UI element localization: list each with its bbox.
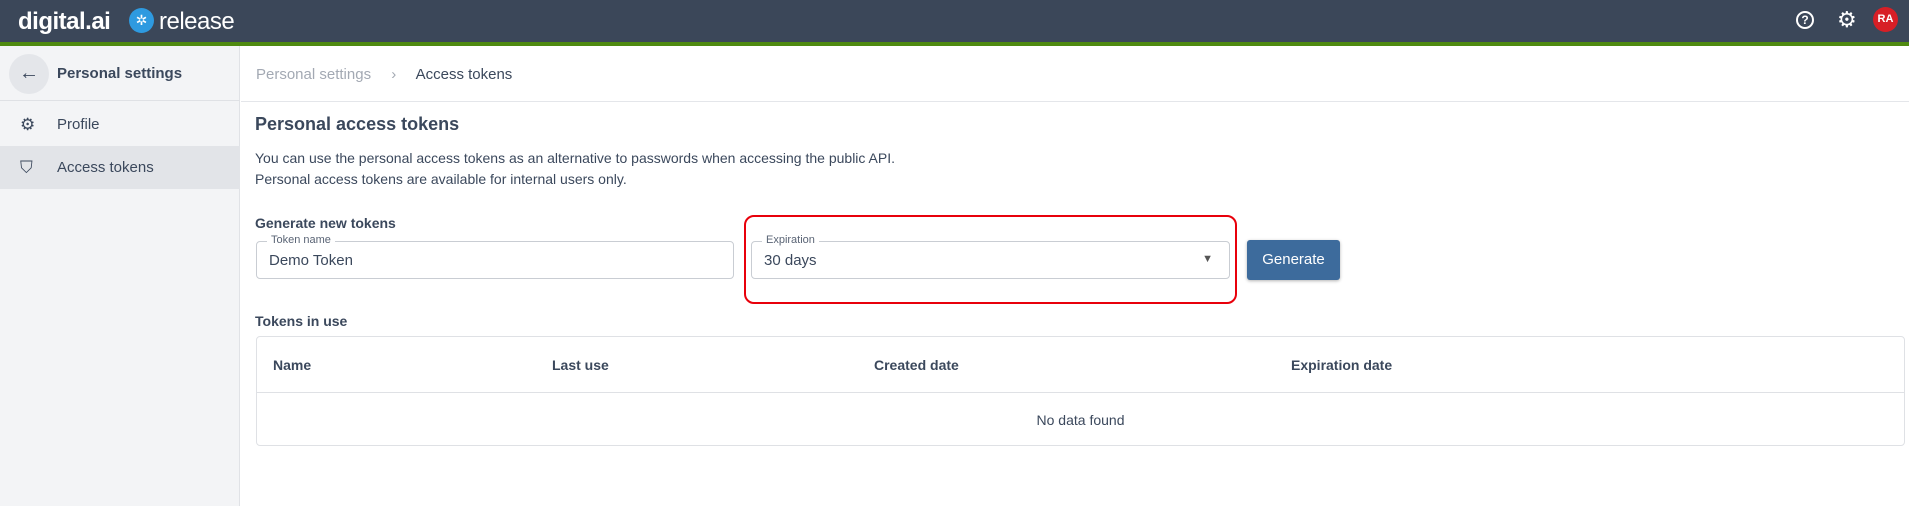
expiration-select[interactable]: Expiration 30 days ▼: [751, 234, 1230, 279]
tokens-heading: Tokens in use: [255, 313, 348, 329]
sidebar-item-label: Profile: [57, 116, 100, 133]
sidebar-item-access-tokens[interactable]: ⛉ Access tokens: [0, 146, 240, 189]
release-logo-icon: ✲: [129, 8, 154, 33]
expiration-value: 30 days: [764, 252, 817, 269]
sidebar-item-label: Access tokens: [57, 159, 154, 176]
table-header: Name Last use Created date Expiration da…: [257, 337, 1904, 393]
help-icon[interactable]: ?: [1796, 11, 1814, 29]
sidebar-item-profile[interactable]: ⚙ Profile: [0, 103, 240, 146]
accent-line: [0, 42, 1909, 46]
gear-icon[interactable]: ⚙: [1837, 7, 1857, 33]
column-header-expiration-date: Expiration date: [1291, 357, 1393, 373]
page-title: Personal access tokens: [255, 114, 460, 134]
top-bar: digital.ai ✲ release ? ⚙ RA: [0, 0, 1909, 42]
breadcrumb: Personal settings › Access tokens: [256, 66, 512, 83]
sidebar: ← Personal settings ⚙ Profile ⛉ Access t…: [0, 46, 240, 506]
column-header-name: Name: [273, 357, 312, 373]
dropdown-arrow-icon: ▼: [1202, 253, 1213, 265]
digital-ai-logo[interactable]: digital.ai: [18, 8, 111, 36]
token-name-label: Token name: [267, 234, 335, 246]
column-header-created-date: Created date: [874, 357, 959, 373]
token-name-value: Demo Token: [269, 252, 353, 269]
tokens-table: Name Last use Created date Expiration da…: [256, 336, 1905, 446]
description-line: You can use the personal access tokens a…: [255, 150, 895, 166]
breadcrumb-access-tokens: Access tokens: [415, 66, 513, 83]
shield-user-icon: ⛉: [20, 158, 33, 177]
avatar[interactable]: RA: [1873, 7, 1898, 32]
empty-message: No data found: [1036, 412, 1125, 428]
description-line: Personal access tokens are available for…: [255, 171, 627, 187]
sidebar-title: Personal settings: [57, 65, 183, 82]
product-name: release: [159, 8, 235, 35]
token-name-input[interactable]: Token name Demo Token: [256, 234, 734, 279]
description: You can use the personal access tokens a…: [255, 148, 895, 190]
sidebar-header: ← Personal settings: [0, 46, 240, 101]
back-arrow-icon[interactable]: ←: [9, 54, 49, 94]
column-header-last-use: Last use: [552, 357, 609, 373]
gear-icon: ⚙: [20, 115, 36, 134]
chevron-right-icon: ›: [391, 66, 397, 83]
expiration-label: Expiration: [762, 234, 819, 246]
generate-heading: Generate new tokens: [255, 215, 396, 231]
generate-button[interactable]: Generate: [1247, 240, 1340, 280]
divider: [241, 101, 1909, 102]
breadcrumb-personal-settings[interactable]: Personal settings: [256, 66, 371, 83]
